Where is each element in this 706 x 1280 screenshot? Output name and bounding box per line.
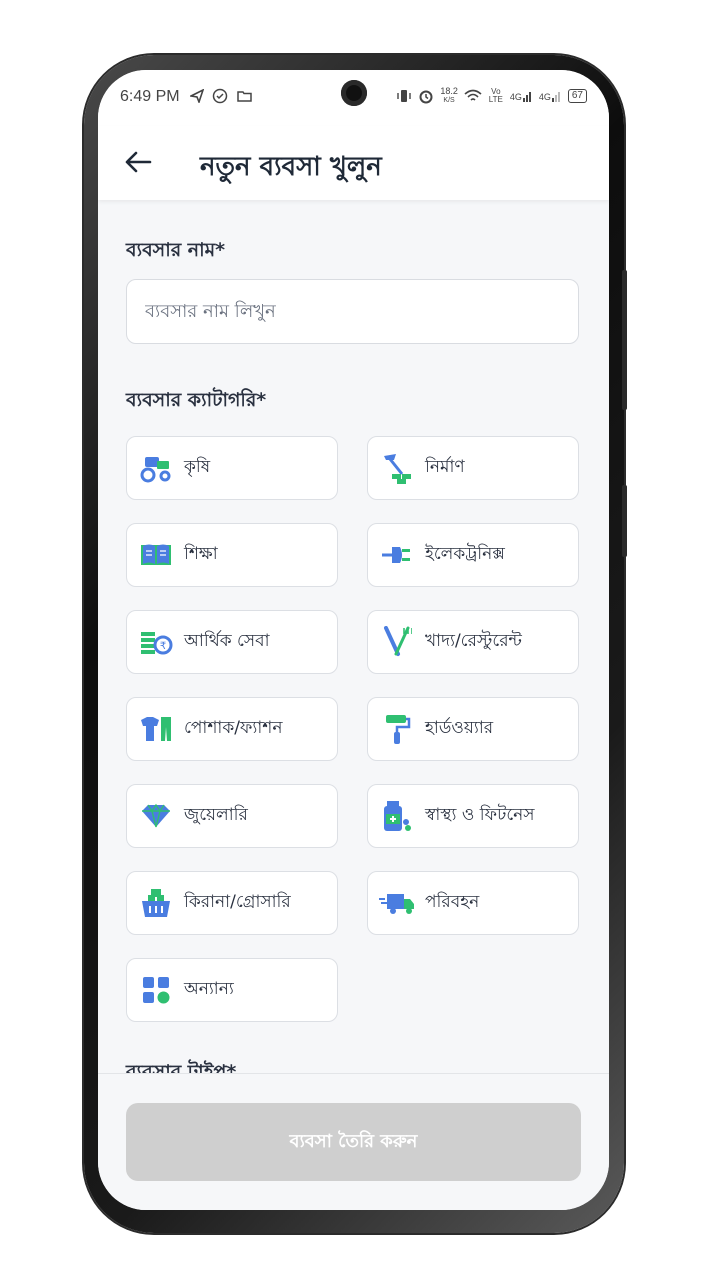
grocery-basket-icon [138,885,174,921]
business-name-input[interactable] [126,279,579,344]
status-time: 6:49 PM [120,88,180,105]
category-finance[interactable]: ₹ আর্থিক সেবা [126,610,338,674]
category-food[interactable]: খাদ্য/রেস্টুরেন্ট [367,610,579,674]
category-jewelry[interactable]: জুয়েলারি [126,784,338,848]
category-label: পোশাক/ফ্যাশন [184,718,283,738]
tractor-icon [138,450,174,486]
category-label: কিরানা/গ্রোসারি [184,892,291,912]
category-label: কৃষি [184,457,211,477]
category-other[interactable]: অন্যান্য [126,958,338,1022]
battery-indicator: 67 [567,89,587,103]
category-fashion[interactable]: পোশাক/ফ্যাশন [126,697,338,761]
plug-icon [379,537,415,573]
category-education[interactable]: শিক্ষা [126,523,338,587]
back-button[interactable] [118,144,158,180]
category-hardware[interactable]: হার্ডওয়্যার [367,697,579,761]
paint-roller-icon [379,711,415,747]
business-name-label: ব্যবসার নাম* [126,239,226,261]
category-transport[interactable]: পরিবহন [367,871,579,935]
alarm-icon [419,90,433,104]
wifi-icon [464,89,482,101]
fork-knife-icon [379,624,415,660]
category-label: ইলেকট্রনিক্স [425,544,505,564]
volume-button [622,270,627,410]
category-label: নির্মাণ [425,457,465,477]
category-label: খাদ্য/রেস্টুরেন্ট [425,631,522,651]
status-notification-icons [188,88,252,105]
bottom-action-bar: ব্যবসা তৈরি করুন [98,1073,609,1210]
status-right-icons: 18.2 K/S Vo LTE 4G 4G 67 [396,87,587,105]
grid-shapes-icon [138,972,174,1008]
create-business-button[interactable]: ব্যবসা তৈরি করুন [126,1103,581,1181]
network-speed: 18.2 K/S [440,86,458,105]
signal-1: 4G [510,90,533,102]
business-type-label: ব্যবসার টাইপ* [126,1061,237,1073]
arrow-left-icon [125,151,152,173]
category-label: জুয়েলারি [184,805,248,825]
category-construction[interactable]: নির্মাণ [367,436,579,500]
signal-bars-icon [551,92,560,102]
category-label: অন্যান্য [184,979,234,999]
truck-icon [379,885,415,921]
book-icon [138,537,174,573]
power-button [622,485,627,557]
svg-text:₹: ₹ [160,641,166,652]
category-health[interactable]: স্বাস্থ্য ও ফিটনেস [367,784,579,848]
category-electronics[interactable]: ইলেকট্রনিক্স [367,523,579,587]
category-agriculture[interactable]: কৃষি [126,436,338,500]
category-label: স্বাস্থ্য ও ফিটনেস [425,805,535,825]
check-circle-icon [213,88,228,104]
front-camera [341,80,367,106]
status-bar: 6:49 PM 18.2 K/S Vo LTE 4G 4G 67 [98,70,609,126]
send-icon [188,88,205,105]
category-label: পরিবহন [425,892,480,912]
page-title: নতুন ব্যবসা খুলুন [200,152,382,182]
volte-indicator: Vo LTE [488,87,503,104]
category-label: হার্ডওয়্যার [425,718,494,738]
category-label: আর্থিক সেবা [184,631,270,651]
folder-icon [237,91,252,102]
diamond-icon [138,798,174,834]
signal-bars-icon [522,92,531,102]
app-screen: 6:49 PM 18.2 K/S Vo LTE 4G 4G 67 নতুন ব্… [98,70,609,1210]
medicine-icon [379,798,415,834]
vibrate-icon [397,90,412,102]
business-category-label: ব্যবসার ক্যাটাগরি* [126,389,267,411]
form-content[interactable]: ব্যবসার নাম* ব্যবসার ক্যাটাগরি* কৃষি নির… [98,200,609,1073]
app-bar: নতুন ব্যবসা খুলুন [98,126,609,200]
construction-icon [379,450,415,486]
signal-2: 4G [539,90,562,102]
money-icon: ₹ [138,624,174,660]
category-label: শিক্ষা [184,544,218,564]
clothing-icon [138,711,174,747]
category-grocery[interactable]: কিরানা/গ্রোসারি [126,871,338,935]
